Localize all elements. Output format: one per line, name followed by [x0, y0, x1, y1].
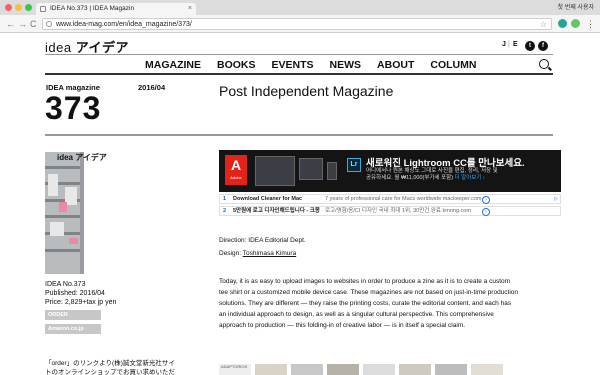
adobe-logo-icon: A Adobe	[225, 155, 247, 185]
cover-spine	[80, 152, 84, 274]
thumbnail[interactable]	[435, 364, 467, 375]
issue-published: Published: 2016/04	[45, 290, 105, 297]
heading-divider	[45, 134, 553, 136]
design-credit: Design: Toshimasa Kimura	[219, 250, 297, 257]
lang-english-link[interactable]: E	[513, 41, 518, 48]
amazon-button[interactable]: Amazon.co.jp	[45, 324, 101, 334]
ad-row[interactable]: 1 Download Cleaner for Mac 7 years of pr…	[219, 194, 561, 204]
browser-toolbar: ← → C www.idea-mag.com/en/idea_magazine/…	[0, 15, 600, 33]
direction-credit: Direction: IDEA Editorial Dept.	[219, 237, 306, 244]
thumbnail[interactable]	[399, 364, 431, 375]
thumbnail[interactable]	[327, 364, 359, 375]
lang-separator: |	[508, 41, 510, 48]
nav-books[interactable]: BOOKS	[217, 58, 256, 72]
nav-events[interactable]: EVENTS	[272, 58, 314, 72]
address-bar[interactable]: www.idea-mag.com/en/idea_magazine/373/ ☆	[42, 18, 552, 30]
issue-price: Price: 2,829+tax jp yen	[45, 299, 117, 306]
minimize-window-button[interactable]	[15, 4, 22, 11]
browser-tab-bar: IDEA No.373 | IDEA Magazin × 첫 번째 사용자	[0, 0, 600, 15]
issue-date: 2016/04	[138, 83, 166, 92]
profile-button[interactable]: 첫 번째 사용자	[558, 2, 594, 11]
menu-kebab-icon[interactable]: ⋮	[586, 18, 595, 30]
nav-divider	[45, 73, 553, 75]
thumbnail[interactable]	[471, 364, 503, 375]
issue-number: 373	[45, 90, 102, 126]
favicon-icon	[40, 6, 46, 12]
ad-choices-icon[interactable]: ▷	[554, 195, 558, 204]
extension-icon[interactable]	[558, 19, 567, 28]
lightroom-icon: Lr	[347, 158, 361, 172]
ad-subtext: 어디에서나 원본 해상도 그대로 사진을 편집, 정리, 저장 및 공유하세요.…	[366, 168, 498, 181]
back-button[interactable]: ←	[6, 18, 15, 30]
nav-news[interactable]: NEWS	[330, 58, 362, 72]
forward-button[interactable]: →	[18, 18, 27, 30]
facebook-icon[interactable]: f	[538, 41, 548, 51]
maximize-window-button[interactable]	[25, 4, 32, 11]
lightroom-ad-banner[interactable]: A Adobe Lr 새로워진 Lightroom CC를 만나보세요. 어디에…	[219, 150, 561, 192]
close-window-button[interactable]	[5, 4, 12, 11]
tablet-screen-image	[299, 158, 323, 180]
tab-close-icon[interactable]: ×	[188, 3, 192, 15]
intro-paragraph: Today, it is as easy to upload images to…	[219, 278, 519, 329]
url-text: www.idea-mag.com/en/idea_magazine/373/	[56, 21, 192, 28]
tab-title: IDEA No.373 | IDEA Magazin	[50, 5, 135, 12]
nav-magazine[interactable]: MAGAZINE	[145, 58, 201, 72]
thumbnail[interactable]	[363, 364, 395, 375]
page-info-icon[interactable]	[46, 21, 52, 27]
thumbnail[interactable]: ADAPTORIOS	[219, 364, 251, 375]
ad-row[interactable]: 2 5만원에 로고 디자인해드립니다 - 크몽 로고/명함/응/CI 디자인 국…	[219, 206, 561, 216]
header-divider	[45, 54, 553, 55]
laptop-screen-image	[255, 156, 295, 186]
bookmark-star-icon[interactable]: ☆	[540, 19, 547, 30]
logo-latin: idea	[45, 40, 72, 55]
issue-name: IDEA No.373	[45, 281, 86, 288]
search-icon[interactable]	[539, 59, 549, 69]
phone-screen-image	[327, 162, 337, 180]
nav-column[interactable]: COLUMN	[430, 58, 476, 72]
ad-learn-more-link[interactable]: 더 알아보기 ›	[455, 175, 485, 181]
lang-japanese-link[interactable]: J	[502, 41, 506, 48]
order-note: 「order」のリンクより(株)誠文堂新光社サイトのオンラインショップでお買い求…	[45, 360, 175, 375]
twitter-icon[interactable]: t	[525, 41, 535, 51]
main-navigation: MAGAZINE BOOKS EVENTS NEWS ABOUT COLUMN	[145, 58, 492, 72]
order-button[interactable]: ORDER	[45, 310, 101, 320]
logo-katakana: アイデア	[75, 40, 130, 55]
extension-icon-2[interactable]	[571, 19, 580, 28]
ad-arrow-icon[interactable]: ›	[482, 208, 490, 216]
page-title: Post Independent Magazine	[219, 83, 394, 99]
thumbnail[interactable]	[291, 364, 323, 375]
thumbnail[interactable]	[255, 364, 287, 375]
reload-button[interactable]: C	[30, 18, 37, 30]
ad-headline: 새로워진 Lightroom CC를 만나보세요.	[366, 158, 525, 169]
cover-image[interactable]	[45, 152, 83, 274]
nav-about[interactable]: ABOUT	[377, 58, 414, 72]
ad-arrow-icon[interactable]: ›	[482, 196, 490, 204]
cover-brand: idea アイデア	[57, 153, 107, 162]
browser-tab[interactable]: IDEA No.373 | IDEA Magazin ×	[36, 3, 196, 15]
designer-link[interactable]: Toshimasa Kimura	[243, 250, 296, 257]
